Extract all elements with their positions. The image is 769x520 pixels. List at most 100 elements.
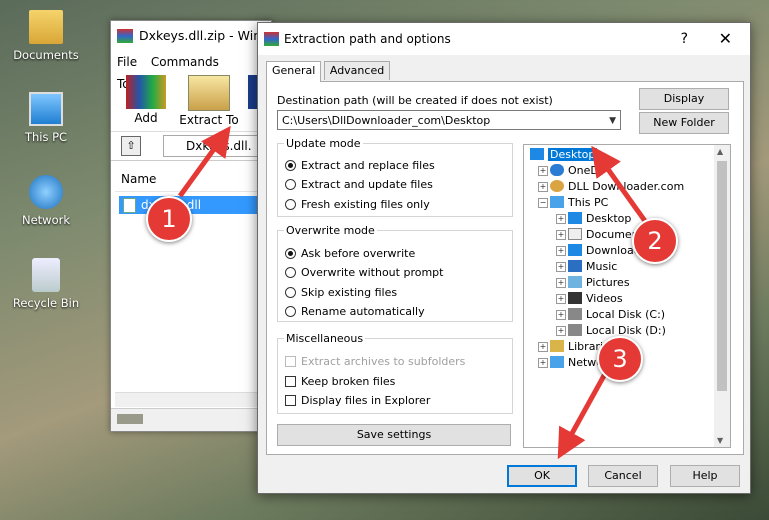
- tree-node-dll-downloader[interactable]: + DLL Downloader.com: [538, 179, 684, 195]
- scroll-thumb[interactable]: [717, 161, 727, 391]
- desktop-icon-this-pc[interactable]: This PC: [8, 92, 84, 144]
- winrar-window: Dxkeys.dll.zip - Win File Commands Tools…: [110, 20, 307, 432]
- ok-button[interactable]: OK: [507, 465, 577, 487]
- checkbox-keep-broken-files[interactable]: Keep broken files: [285, 374, 395, 390]
- desktop-icon-network[interactable]: Network: [8, 175, 84, 227]
- archive-books-icon: [126, 75, 166, 109]
- step-marker-2: 2: [632, 218, 678, 264]
- chevron-down-icon[interactable]: ▼: [609, 111, 616, 131]
- menu-commands[interactable]: Commands: [151, 55, 219, 69]
- name-column-header[interactable]: Name: [115, 167, 271, 192]
- network-globe-icon: [29, 175, 63, 209]
- drive-icon: [568, 324, 582, 336]
- file-row[interactable]: dxkeys.dll: [119, 196, 271, 214]
- network-icon: [550, 356, 564, 368]
- radio-rename-automatically[interactable]: Rename automatically: [285, 304, 425, 320]
- option-label: Rename automatically: [301, 305, 425, 318]
- display-button[interactable]: Display: [639, 88, 729, 110]
- radio-ask-before-overwrite[interactable]: Ask before overwrite: [285, 246, 415, 262]
- desktop-icon-label: Recycle Bin: [12, 296, 80, 310]
- winrar-title: Dxkeys.dll.zip - Win: [139, 28, 262, 43]
- option-label: Extract and replace files: [301, 159, 435, 172]
- computer-icon: [550, 196, 564, 208]
- radio-button: [285, 160, 296, 171]
- drive-icon: [568, 308, 582, 320]
- radio-overwrite-without-prompt[interactable]: Overwrite without prompt: [285, 265, 443, 281]
- tree-node-music[interactable]: + Music: [556, 259, 617, 275]
- destination-path-combo[interactable]: C:\Users\DllDownloader_com\Desktop ▼: [277, 110, 621, 130]
- desktop-icon: [530, 148, 544, 160]
- radio-button: [285, 199, 296, 210]
- radio-button: [285, 179, 296, 190]
- dll-file-icon: [123, 198, 136, 213]
- archive-path-text: Dxkeys.dll.: [186, 139, 252, 153]
- folder-tree[interactable]: Desktop + OneDr + DLL Downloader.com − This…: [523, 144, 731, 448]
- tree-node-pictures[interactable]: + Pictures: [556, 275, 630, 291]
- radio-extract-replace[interactable]: Extract and replace files: [285, 158, 435, 174]
- option-label: Keep broken files: [301, 375, 396, 388]
- file-list: Name dxkeys.dll: [115, 167, 271, 395]
- folder-icon: [29, 10, 63, 44]
- close-icon[interactable]: ✕: [719, 23, 732, 55]
- option-label: Display files in Explorer: [301, 394, 431, 407]
- help-button[interactable]: Help: [670, 465, 740, 487]
- user-icon: [550, 180, 564, 192]
- checkbox: [285, 395, 296, 406]
- tab-general[interactable]: General: [266, 61, 322, 82]
- recycle-bin-icon: [32, 258, 60, 292]
- desktop-icon-label: This PC: [24, 130, 68, 144]
- tree-node-this-pc[interactable]: − This PC: [538, 195, 608, 211]
- add-label: Add: [134, 111, 158, 125]
- option-label: Fresh existing files only: [301, 198, 430, 211]
- extract-to-button[interactable]: Extract To: [179, 75, 239, 127]
- computer-icon: [29, 92, 63, 126]
- save-settings-button[interactable]: Save settings: [277, 424, 511, 446]
- tab-advanced[interactable]: Advanced: [323, 61, 391, 80]
- option-label: Overwrite without prompt: [301, 266, 444, 279]
- destination-path-value: C:\Users\DllDownloader_com\Desktop: [282, 114, 491, 127]
- disk-key-icon: [117, 414, 143, 424]
- pictures-icon: [568, 276, 582, 288]
- radio-skip-existing[interactable]: Skip existing files: [285, 285, 397, 301]
- status-bar: [111, 408, 271, 431]
- tree-scrollbar[interactable]: ▲ ▼: [714, 145, 730, 447]
- help-icon[interactable]: ?: [681, 23, 688, 55]
- option-label: Extract archives to subfolders: [301, 355, 466, 368]
- film-icon: [568, 292, 582, 304]
- desktop-icon-recycle-bin[interactable]: Recycle Bin: [8, 258, 84, 310]
- extraction-dialog: Extraction path and options ? ✕ General …: [257, 22, 751, 494]
- desktop-icon: [568, 212, 582, 224]
- tree-node-documents[interactable]: + Documen: [556, 227, 639, 243]
- tree-node-local-disk-c[interactable]: + Local Disk (C:): [556, 307, 665, 323]
- radio-button: [285, 306, 296, 317]
- tree-node-network[interactable]: + Netwo: [538, 355, 603, 371]
- tree-node-desktop[interactable]: Desktop: [530, 147, 598, 163]
- winrar-logo-icon: [117, 29, 133, 43]
- add-button[interactable]: Add: [121, 75, 171, 125]
- option-label: Ask before overwrite: [301, 247, 416, 260]
- scroll-down-icon[interactable]: ▼: [717, 436, 723, 445]
- dialog-titlebar: Extraction path and options ? ✕: [258, 23, 750, 55]
- update-mode-legend: Update mode: [286, 137, 361, 150]
- download-arrow-icon: [568, 244, 582, 256]
- tree-node-videos[interactable]: + Videos: [556, 291, 623, 307]
- up-folder-button[interactable]: ⇧: [121, 136, 141, 156]
- menu-file[interactable]: File: [117, 55, 137, 69]
- cloud-icon: [550, 164, 564, 176]
- radio-fresh-existing[interactable]: Fresh existing files only: [285, 197, 430, 213]
- desktop-icon-label: Documents: [13, 48, 79, 62]
- tree-node-onedrive[interactable]: + OneDr: [538, 163, 603, 179]
- scroll-up-icon[interactable]: ▲: [717, 147, 723, 156]
- checkbox: [285, 356, 296, 367]
- horizontal-scrollbar[interactable]: [115, 392, 271, 407]
- tree-node-pc-desktop[interactable]: + Desktop: [556, 211, 631, 227]
- cancel-button[interactable]: Cancel: [588, 465, 658, 487]
- winrar-toolbar: Add Extract To: [111, 73, 271, 132]
- radio-extract-update[interactable]: Extract and update files: [285, 177, 433, 193]
- winrar-menubar: File Commands Tools: [111, 51, 271, 91]
- misc-legend: Miscellaneous: [286, 332, 364, 345]
- destination-label: Destination path (will be created if doe…: [277, 94, 553, 107]
- checkbox-display-in-explorer[interactable]: Display files in Explorer: [285, 393, 430, 409]
- desktop-icon-documents[interactable]: Documents: [8, 10, 84, 62]
- new-folder-button[interactable]: New Folder: [639, 112, 729, 134]
